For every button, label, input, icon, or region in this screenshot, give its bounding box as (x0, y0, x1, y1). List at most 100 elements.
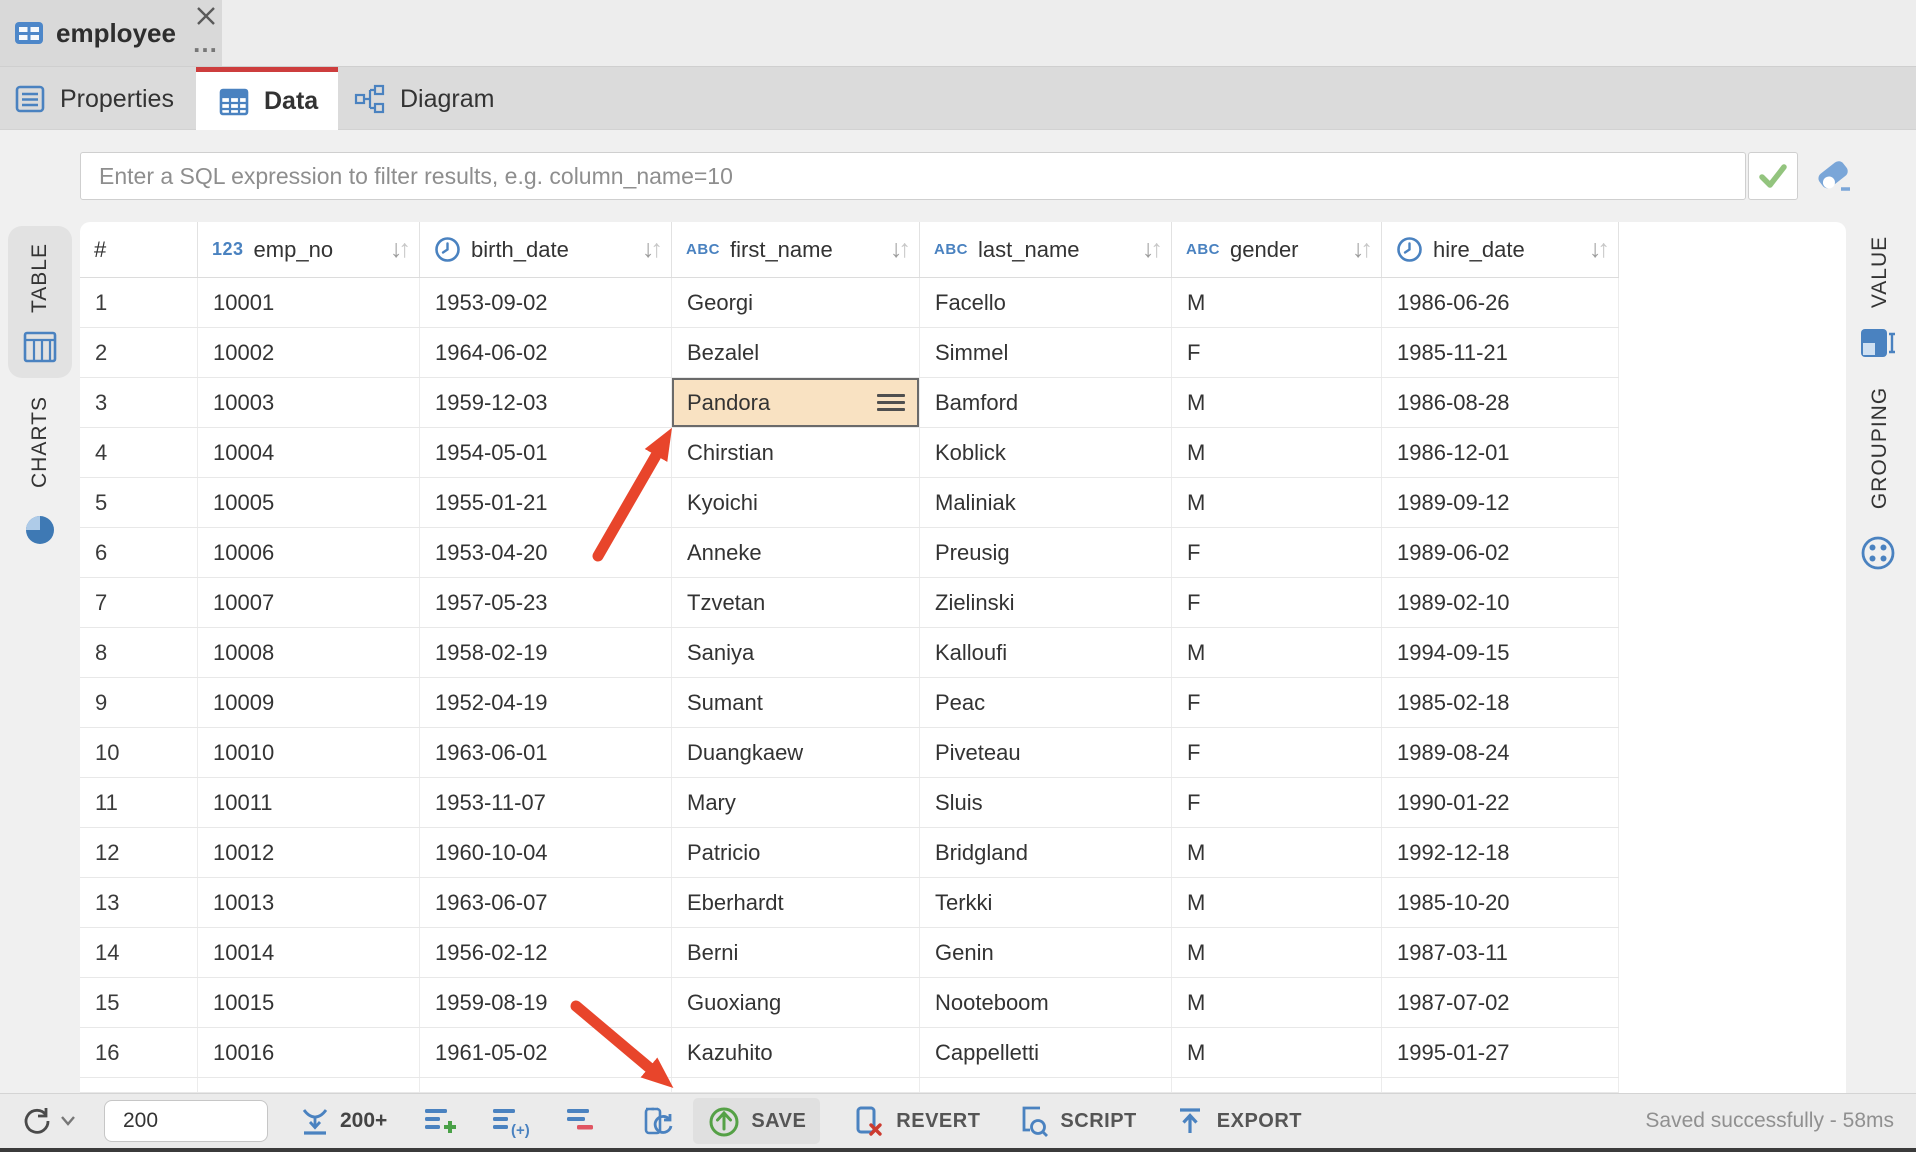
grid-cell-gender[interactable]: M (1172, 628, 1382, 677)
save-button[interactable]: SAVE (693, 1098, 820, 1144)
row-number-cell[interactable]: 15 (80, 978, 198, 1027)
column-header-hire_date[interactable]: hire_date↓↑ (1382, 222, 1619, 277)
grid-cell-birth_date[interactable]: 1954-05-01 (420, 428, 672, 477)
grid-cell-hire_date[interactable]: 1995-01-27 (1382, 1028, 1619, 1077)
grid-cell-hire_date[interactable]: 1985-02-18 (1382, 678, 1619, 727)
grid-cell-gender[interactable]: F (1172, 678, 1382, 727)
grid-cell-birth_date[interactable]: 1959-08-19 (420, 978, 672, 1027)
row-number-cell[interactable]: 6 (80, 528, 198, 577)
grid-cell-emp_no[interactable]: 10010 (198, 728, 420, 777)
cell-menu-icon[interactable] (877, 390, 905, 415)
grid-cell-birth_date[interactable]: 1963-06-01 (420, 728, 672, 777)
grid-cell-hire_date[interactable]: 1994-09-15 (1382, 628, 1619, 677)
grid-cell-first_name[interactable]: Kyoichi (672, 478, 920, 527)
grid-cell-last_name[interactable]: Zielinski (920, 578, 1172, 627)
grid-cell-birth_date[interactable]: 1958-02-19 (420, 628, 672, 677)
refresh-button[interactable] (20, 1104, 76, 1138)
script-button[interactable]: SCRIPT (1012, 1102, 1136, 1140)
row-number-cell[interactable]: 11 (80, 778, 198, 827)
grid-cell-emp_no[interactable]: 10009 (198, 678, 420, 727)
grid-cell-birth_date[interactable]: 1963-06-07 (420, 878, 672, 927)
column-header-emp_no[interactable]: 123emp_no↓↑ (198, 222, 420, 277)
grid-cell-birth_date[interactable]: 1953-04-20 (420, 528, 672, 577)
grid-cell-hire_date[interactable]: 1986-06-26 (1382, 278, 1619, 327)
row-number-cell[interactable]: 10 (80, 728, 198, 777)
grid-cell-last_name[interactable]: Facello (920, 278, 1172, 327)
grid-cell-birth_date[interactable]: 1961-05-02 (420, 1028, 672, 1077)
apply-filter-button[interactable] (1748, 152, 1798, 200)
grid-cell-hire_date[interactable]: 1989-02-10 (1382, 578, 1619, 627)
grid-cell-gender[interactable]: M (1172, 478, 1382, 527)
row-number-cell[interactable]: 1 (80, 278, 198, 327)
grid-cell-gender[interactable]: M (1172, 428, 1382, 477)
column-header-birth_date[interactable]: birth_date↓↑ (420, 222, 672, 277)
grid-cell-last_name[interactable]: Preusig (920, 528, 1172, 577)
panel-tab-table[interactable]: TABLE (28, 218, 52, 338)
delete-row-icon[interactable] (565, 1104, 601, 1138)
grid-cell-last_name[interactable]: Piveteau (920, 728, 1172, 777)
column-header-first_name[interactable]: ABCfirst_name↓↑ (672, 222, 920, 277)
tab-diagram[interactable]: Diagram (338, 67, 528, 131)
grid-cell-last_name[interactable]: Bridgland (920, 828, 1172, 877)
grid-cell-last_name[interactable]: Cappelletti (920, 1028, 1172, 1077)
grid-cell-last_name[interactable]: Terkki (920, 878, 1172, 927)
grid-cell-last_name[interactable]: Nooteboom (920, 978, 1172, 1027)
row-number-cell[interactable]: 4 (80, 428, 198, 477)
grid-cell-emp_no[interactable]: 10016 (198, 1028, 420, 1077)
grid-cell-hire_date[interactable]: 1986-12-01 (1382, 428, 1619, 477)
grid-cell-last_name[interactable]: Koblick (920, 428, 1172, 477)
panel-tab-charts[interactable]: CHARTS (28, 372, 52, 512)
grid-cell-birth_date[interactable]: 1952-04-19 (420, 678, 672, 727)
grid-cell-gender[interactable]: M (1172, 978, 1382, 1027)
grid-cell-birth_date[interactable]: 1953-09-02 (420, 278, 672, 327)
row-number-cell[interactable]: 13 (80, 878, 198, 927)
grid-cell-emp_no[interactable]: 10005 (198, 478, 420, 527)
grid-cell-emp_no[interactable]: 10011 (198, 778, 420, 827)
grid-cell-emp_no[interactable]: 10001 (198, 278, 420, 327)
grid-cell-last_name[interactable]: Kalloufi (920, 628, 1172, 677)
grid-cell-gender[interactable]: F (1172, 578, 1382, 627)
column-header-last_name[interactable]: ABClast_name↓↑ (920, 222, 1172, 277)
edit-window-icon[interactable] (639, 1103, 677, 1139)
grid-cell-first_name[interactable]: Chirstian (672, 428, 920, 477)
sort-icons[interactable]: ↓↑ (1589, 237, 1610, 262)
duplicate-row-icon[interactable]: (+) (491, 1104, 531, 1138)
grid-cell-last_name[interactable]: Peac (920, 678, 1172, 727)
grid-cell-birth_date[interactable]: 1964-06-02 (420, 328, 672, 377)
sort-icons[interactable]: ↓↑ (642, 237, 663, 262)
export-button[interactable]: EXPORT (1173, 1104, 1302, 1138)
sort-icons[interactable]: ↓↑ (390, 237, 411, 262)
row-number-cell[interactable]: 9 (80, 678, 198, 727)
grid-cell-first_name[interactable]: Duangkaew (672, 728, 920, 777)
grid-cell-emp_no[interactable]: 10014 (198, 928, 420, 977)
grid-cell-gender[interactable]: M (1172, 928, 1382, 977)
grid-cell-gender[interactable]: F (1172, 728, 1382, 777)
sort-icons[interactable]: ↓↑ (890, 237, 911, 262)
grid-cell-birth_date[interactable]: 1960-10-04 (420, 828, 672, 877)
grid-cell-last_name[interactable]: Bamford (920, 378, 1172, 427)
grid-cell-last_name[interactable]: Sluis (920, 778, 1172, 827)
grid-cell-hire_date[interactable]: 1986-08-28 (1382, 378, 1619, 427)
grid-cell-birth_date[interactable]: 1959-12-03 (420, 378, 672, 427)
grid-cell-first_name[interactable]: Kazuhito (672, 1028, 920, 1077)
grid-cell-emp_no[interactable]: 10006 (198, 528, 420, 577)
tab-employee[interactable]: employee (0, 0, 222, 66)
close-tab-icon[interactable] (194, 4, 218, 28)
grid-cell-first_name[interactable]: Guoxiang (672, 978, 920, 1027)
grid-cell-gender[interactable]: F (1172, 328, 1382, 377)
row-number-cell[interactable]: 2 (80, 328, 198, 377)
grid-cell-hire_date[interactable]: 1985-10-20 (1382, 878, 1619, 927)
grid-cell-birth_date[interactable]: 1957-05-23 (420, 578, 672, 627)
panel-tab-value[interactable]: VALUE (1868, 212, 1892, 332)
grid-cell-gender[interactable]: M (1172, 878, 1382, 927)
grid-cell-birth_date[interactable]: 1955-01-21 (420, 478, 672, 527)
column-header-rownum[interactable]: # (80, 222, 198, 277)
grid-cell-gender[interactable]: F (1172, 778, 1382, 827)
grid-cell-gender[interactable]: M (1172, 278, 1382, 327)
grid-cell-emp_no[interactable]: 10004 (198, 428, 420, 477)
grid-cell-emp_no[interactable]: 10015 (198, 978, 420, 1027)
grid-cell-emp_no[interactable]: 10003 (198, 378, 420, 427)
eraser-icon[interactable] (1812, 156, 1856, 198)
grid-cell-emp_no[interactable]: 10007 (198, 578, 420, 627)
add-row-icon[interactable] (423, 1104, 459, 1138)
